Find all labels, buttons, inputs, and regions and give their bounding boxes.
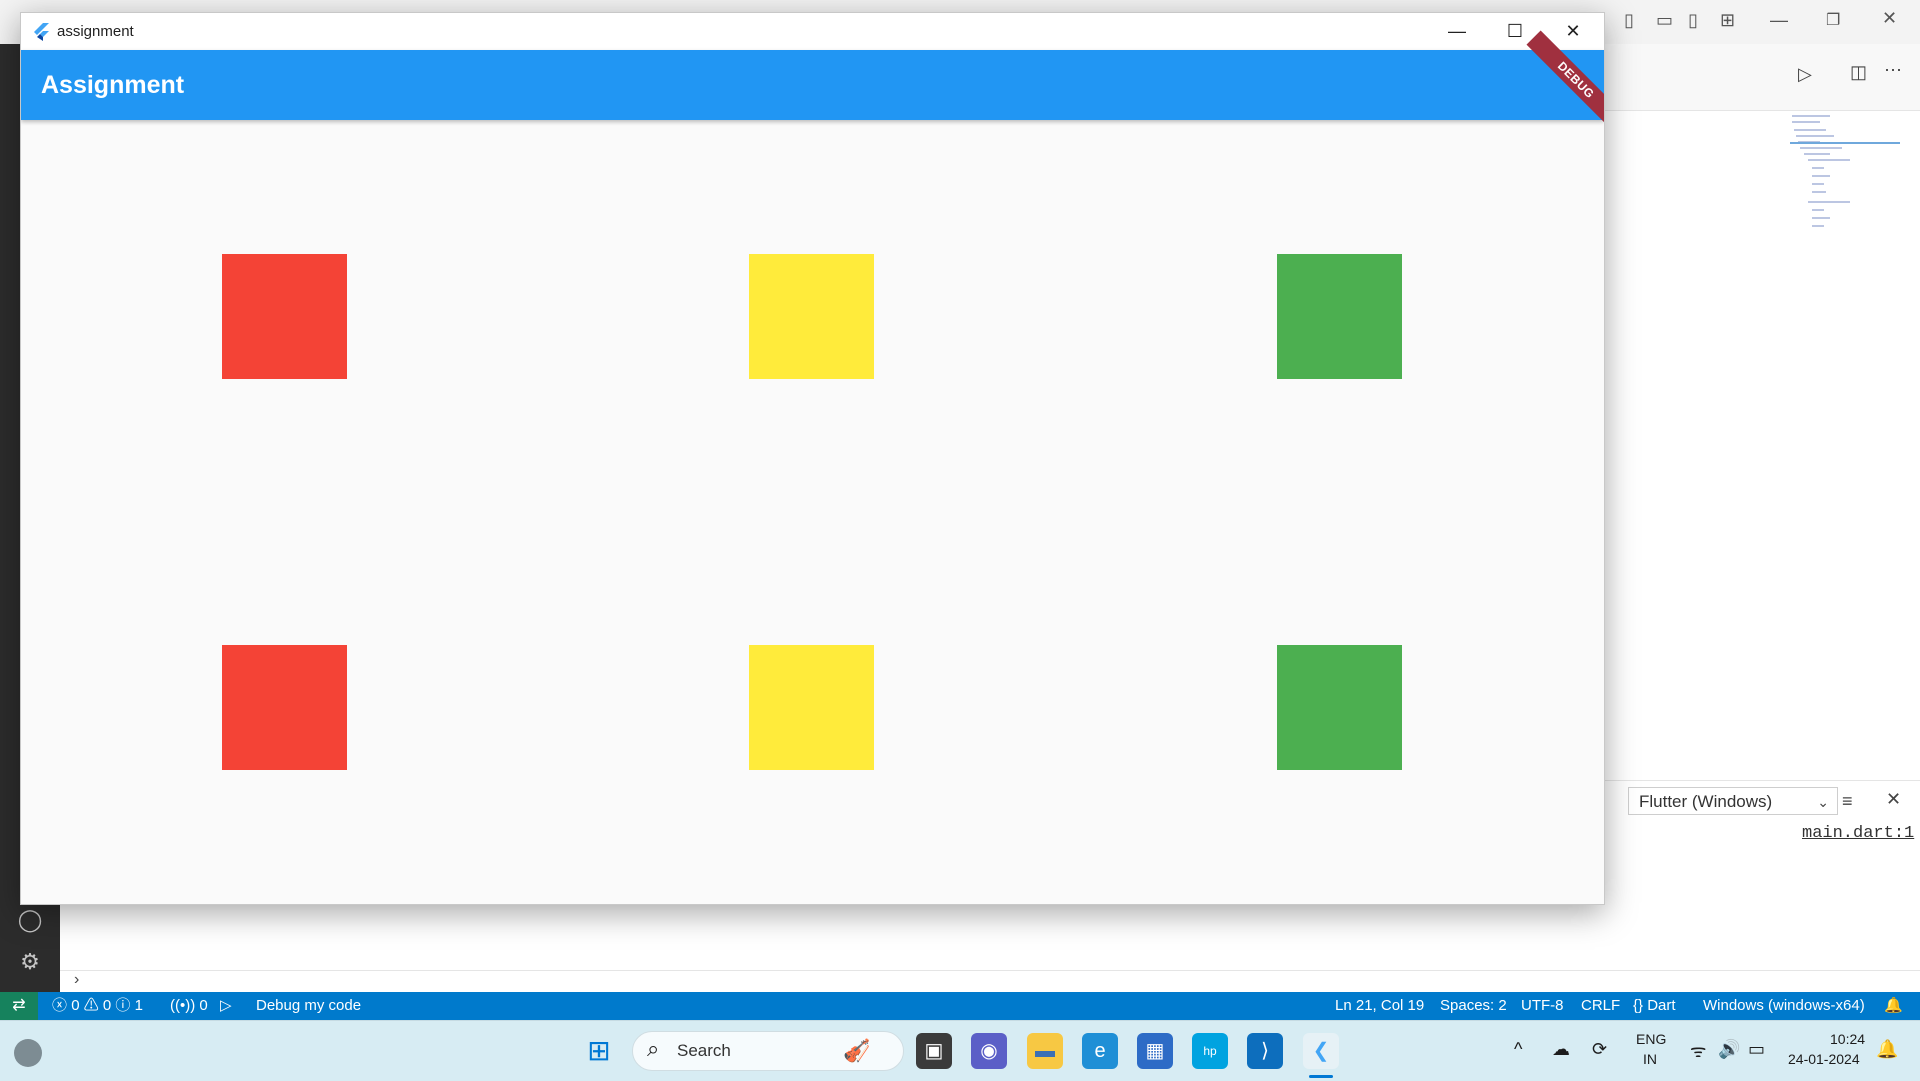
active-app-indicator (1309, 1075, 1333, 1078)
task-view-icon[interactable]: ▣ (916, 1033, 952, 1069)
broadcast-icon: ((•)) (170, 997, 196, 1014)
encoding[interactable]: UTF-8 (1521, 992, 1564, 1020)
vscode-icon[interactable]: ⟩ (1247, 1033, 1283, 1069)
chevron-up-icon[interactable]: ^ (1514, 1039, 1522, 1060)
language-label: Dart (1647, 997, 1676, 1014)
device-selector[interactable]: Windows (windows-x64) (1703, 992, 1865, 1020)
remote-indicator-icon[interactable]: ⇄ (0, 992, 38, 1020)
breadcrumb-bar: › (60, 970, 1920, 993)
notification-bell-icon[interactable]: 🔔 (1876, 1039, 1898, 1060)
info-icon: ⓘ (115, 997, 131, 1014)
app-titlebar: assignment — ☐ ✕ (21, 13, 1604, 50)
taskbar: ⊞ ⌕ Search 🎻 ▣ ◉ ▬ e ▦ hp ⟩ ❮ ^ ☁ ⟳ ENG … (0, 1020, 1920, 1081)
volume-icon[interactable]: 🔊 (1718, 1039, 1740, 1060)
debug-target-label: Flutter (Windows) (1639, 792, 1773, 811)
ports-count: 0 (199, 997, 208, 1014)
region-indicator[interactable]: IN (1643, 1051, 1657, 1067)
problems-indicator[interactable]: ⓧ 0 ⚠ 0 ⓘ 1 (52, 992, 143, 1020)
line-ending[interactable]: CRLF (1581, 992, 1620, 1020)
flutter-app-icon[interactable]: ❮ (1303, 1033, 1339, 1069)
search-highlight-icon: 🎻 (843, 1038, 871, 1063)
appbar-title: Assignment (41, 71, 185, 99)
chevron-down-icon: ⌄ (1817, 794, 1829, 810)
notifications-bell-icon[interactable]: 🔔 (1884, 992, 1903, 1020)
microsoft-store-icon[interactable]: ▦ (1137, 1033, 1173, 1069)
app-bar: Assignment DEBUG (21, 30, 1604, 130)
search-icon: ⌕ (647, 1036, 660, 1061)
clock-date[interactable]: 24-01-2024 (1788, 1051, 1860, 1067)
colored-box-r2-c3 (1277, 645, 1402, 770)
myhp-icon[interactable]: hp (1192, 1033, 1228, 1069)
vscode-close-icon[interactable]: ✕ (1882, 8, 1897, 29)
debug-launch-label[interactable]: Debug my code (256, 992, 361, 1020)
sync-icon[interactable]: ⟳ (1592, 1039, 1607, 1060)
colored-box-r2-c1 (222, 645, 347, 770)
vscode-restore-icon[interactable]: ❐ (1826, 10, 1840, 30)
ports-indicator[interactable]: ((•)) 0 (170, 992, 208, 1020)
flutter-app-window: assignment — ☐ ✕ Assignment DEBUG (20, 12, 1605, 905)
warning-count: 0 (102, 997, 112, 1014)
status-bar: ⇄ ⓧ 0 ⚠ 0 ⓘ 1 ((•)) 0 ▷ Debug my code Ln… (0, 992, 1920, 1020)
minimize-button[interactable]: — (1428, 13, 1486, 50)
clear-console-icon[interactable]: ≡ (1842, 791, 1853, 812)
battery-icon[interactable]: ▭ (1748, 1039, 1765, 1060)
colored-box-r2-c2 (749, 645, 874, 770)
more-actions-icon[interactable]: ⋯ (1884, 60, 1902, 81)
info-count: 1 (134, 997, 143, 1014)
customize-layout-icon[interactable]: ⊞ (1720, 10, 1735, 31)
toggle-panel-icon[interactable]: ▭ (1656, 10, 1673, 31)
error-icon: ⓧ (52, 997, 68, 1014)
chevron-right-icon[interactable]: › (74, 971, 79, 989)
weather-widget-icon[interactable] (14, 1039, 42, 1067)
app-title: assignment (57, 23, 134, 40)
debug-icon[interactable]: ▷ (220, 992, 232, 1020)
windows-start-icon[interactable]: ⊞ (581, 1033, 617, 1069)
wifi-icon[interactable]: ᯤ (1690, 1039, 1706, 1063)
colored-box-r1-c3 (1277, 254, 1402, 379)
language-indicator[interactable]: ENG (1636, 1031, 1666, 1047)
colored-box-r1-c1 (222, 254, 347, 379)
teams-chat-icon[interactable]: ◉ (971, 1033, 1007, 1069)
colored-box-r1-c2 (749, 254, 874, 379)
onedrive-cloud-icon[interactable]: ☁ (1552, 1039, 1570, 1060)
error-count: 0 (71, 997, 80, 1014)
warning-icon: ⚠ (83, 997, 99, 1014)
edge-icon[interactable]: e (1082, 1033, 1118, 1069)
flutter-logo-icon (34, 23, 49, 41)
language-mode[interactable]: {} Dart (1633, 992, 1676, 1020)
indentation[interactable]: Spaces: 2 (1440, 992, 1507, 1020)
search-placeholder: Search (677, 1041, 731, 1060)
split-editor-icon[interactable]: ◫ (1850, 62, 1867, 83)
run-debug-icon[interactable]: ▷ (1798, 64, 1812, 85)
clock-time[interactable]: 10:24 (1830, 1031, 1865, 1047)
accounts-icon[interactable]: ◯ (14, 904, 46, 936)
toggle-primary-sidebar-icon[interactable]: ▯ (1624, 10, 1634, 31)
manage-gear-icon[interactable]: ⚙ (14, 946, 46, 978)
minimap[interactable] (1790, 112, 1900, 252)
taskbar-search[interactable]: ⌕ Search 🎻 (632, 1031, 904, 1071)
source-link[interactable]: main.dart:1 (1802, 824, 1914, 843)
braces-icon: {} (1633, 997, 1644, 1014)
editor-actions-bar: ▷ ◫ ⋯ (1600, 44, 1920, 111)
debug-target-select[interactable]: Flutter (Windows) ⌄ (1628, 787, 1838, 815)
toggle-secondary-sidebar-icon[interactable]: ▯ (1688, 10, 1698, 31)
cursor-position[interactable]: Ln 21, Col 19 (1335, 992, 1424, 1020)
vscode-minimize-icon[interactable]: — (1770, 10, 1788, 31)
close-panel-icon[interactable]: ✕ (1886, 789, 1901, 810)
file-explorer-icon[interactable]: ▬ (1027, 1033, 1063, 1069)
